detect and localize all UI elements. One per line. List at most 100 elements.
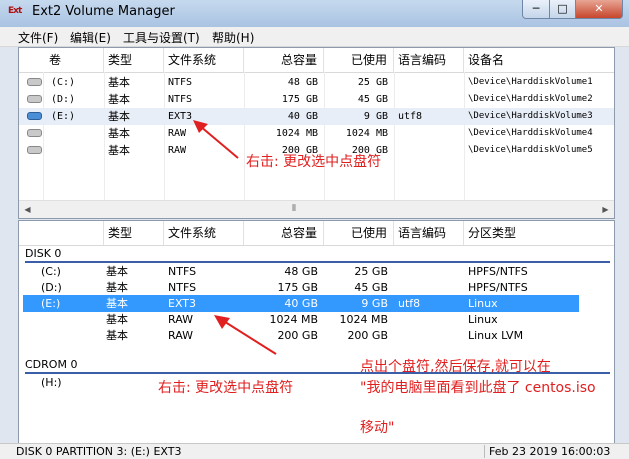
cdrom-letter: (H:) (41, 376, 62, 389)
partition-letter: (E:) (41, 297, 61, 310)
partition-total: 48 GB (284, 265, 318, 278)
partition-total: 1024 MB (269, 313, 318, 326)
partition-fs: RAW (168, 329, 193, 342)
volume-used: 45 GB (357, 94, 388, 105)
volume-letter: (D:) (51, 94, 76, 105)
menu-edit[interactable]: 编辑(E) (70, 29, 111, 46)
col-filesystem[interactable]: 文件系统 (164, 48, 244, 72)
partition-fs: EXT3 (168, 297, 197, 310)
partition-ptype: Linux LVM (468, 329, 524, 342)
partition-ptype: HPFS/NTFS (468, 281, 528, 294)
partition-total: 200 GB (277, 329, 318, 342)
scroll-grip-icon[interactable]: ⦀ (287, 203, 301, 215)
volume-used: 25 GB (357, 77, 388, 88)
partition-row[interactable]: 基本 RAW 200 GB 200 GB Linux LVM (19, 327, 614, 344)
volume-used: 1024 MB (345, 128, 388, 139)
partition-row-selected[interactable]: (E:) 基本 EXT3 40 GB 9 GB utf8 Linux (23, 295, 579, 312)
partition-used: 9 GB (361, 297, 388, 310)
partition-type: 基本 (106, 281, 128, 294)
app-icon: Ext (8, 6, 22, 16)
volume-total: 40 GB (287, 111, 318, 122)
col-type[interactable]: 类型 (104, 221, 164, 245)
volume-list[interactable]: 卷 类型 文件系统 总容量 已使用 语言编码 设备名 (C:) 基本 NTFS … (18, 47, 615, 219)
col-total[interactable]: 总容量 (244, 221, 324, 245)
volume-fs: EXT3 (168, 111, 193, 122)
partition-type: 基本 (106, 297, 128, 310)
partition-used: 1024 MB (339, 313, 388, 326)
grey-disk-icon (27, 78, 42, 86)
menu-bar: 文件(F) 编辑(E) 工具与设置(T) 帮助(H) (0, 27, 629, 47)
volume-device: \Device\HarddiskVolume5 (468, 145, 593, 155)
partition-fs: RAW (168, 313, 193, 326)
partition-fs: NTFS (168, 265, 197, 278)
volume-row[interactable]: (C:) 基本 NTFS 48 GB 25 GB \Device\Harddis… (19, 74, 614, 91)
volume-row-selected[interactable]: (E:) 基本 EXT3 40 GB 9 GB utf8 \Device\Har… (19, 108, 614, 125)
col-used[interactable]: 已使用 (324, 48, 394, 72)
partition-row[interactable]: 基本 RAW 1024 MB 1024 MB Linux (19, 311, 614, 328)
partition-letter: (D:) (41, 281, 62, 294)
grey-disk-icon (27, 95, 42, 103)
window-title: Ext2 Volume Manager (32, 4, 175, 19)
annotation-right-line1: 点出个盘符,然后保存,就可以在 (360, 359, 551, 375)
volume-fs: NTFS (168, 77, 193, 88)
partition-ptype: Linux (468, 313, 498, 326)
volume-device: \Device\HarddiskVolume3 (468, 111, 593, 121)
cdrom-group-label: CDROM 0 (25, 358, 78, 371)
volume-device: \Device\HarddiskVolume4 (468, 128, 593, 138)
partition-total: 175 GB (277, 281, 318, 294)
menu-file[interactable]: 文件(F) (18, 29, 58, 46)
volume-type: 基本 (108, 110, 130, 123)
minimize-button[interactable]: ─ (522, 0, 550, 19)
col-type[interactable]: 类型 (104, 48, 164, 72)
volume-used: 9 GB (363, 111, 388, 122)
partition-encoding: utf8 (398, 297, 421, 310)
col-encoding[interactable]: 语言编码 (394, 221, 464, 245)
status-left-text: DISK 0 PARTITION 3: (E:) EXT3 (16, 445, 182, 458)
volume-row[interactable]: 基本 RAW 1024 MB 1024 MB \Device\HarddiskV… (19, 125, 614, 142)
col-device[interactable]: 设备名 (464, 48, 614, 72)
volume-row[interactable]: (D:) 基本 NTFS 175 GB 45 GB \Device\Harddi… (19, 91, 614, 108)
disk-group-label: DISK 0 (25, 247, 62, 260)
horizontal-scrollbar[interactable]: ◀ ⦀ ▶ (19, 200, 614, 218)
volume-total: 1024 MB (275, 128, 318, 139)
col-total[interactable]: 总容量 (244, 48, 324, 72)
partition-ptype: HPFS/NTFS (468, 265, 528, 278)
annotation-right-line2: "我的电脑里面看到此盘了 centos.iso (360, 380, 596, 396)
partition-row[interactable]: (C:) 基本 NTFS 48 GB 25 GB HPFS/NTFS (19, 263, 614, 280)
menu-help[interactable]: 帮助(H) (212, 29, 254, 46)
volume-total: 175 GB (281, 94, 318, 105)
volume-type: 基本 (108, 76, 130, 89)
status-timestamp: Feb 23 2019 16:00:03 (484, 445, 610, 458)
partition-letter: (C:) (41, 265, 61, 278)
col-partition-type[interactable]: 分区类型 (464, 221, 614, 245)
volume-total: 48 GB (287, 77, 318, 88)
col-used[interactable]: 已使用 (324, 221, 394, 245)
volume-device: \Device\HarddiskVolume1 (468, 77, 593, 87)
grey-disk-icon (27, 146, 42, 154)
menu-tools-settings[interactable]: 工具与设置(T) (123, 29, 200, 46)
partition-list-header: 类型 文件系统 总容量 已使用 语言编码 分区类型 (19, 221, 614, 246)
annotation-bottom: 右击: 更改选中点盘符 (158, 380, 294, 396)
col-volume[interactable]: 卷 (19, 48, 104, 72)
close-button[interactable]: ✕ (575, 0, 623, 19)
col-encoding[interactable]: 语言编码 (394, 48, 464, 72)
partition-type: 基本 (106, 313, 128, 326)
maximize-button[interactable]: □ (549, 0, 576, 19)
partition-used: 45 GB (354, 281, 388, 294)
volume-letter: (E:) (51, 111, 76, 122)
partition-row[interactable]: (D:) 基本 NTFS 175 GB 45 GB HPFS/NTFS (19, 279, 614, 296)
volume-fs: RAW (168, 145, 187, 156)
col-filesystem[interactable]: 文件系统 (164, 221, 244, 245)
volume-type: 基本 (108, 93, 130, 106)
partition-type: 基本 (106, 329, 128, 342)
volume-device: \Device\HarddiskVolume2 (468, 94, 593, 104)
partition-ptype: Linux (468, 297, 498, 310)
partition-list[interactable]: 类型 文件系统 总容量 已使用 语言编码 分区类型 DISK 0 (C:) 基本… (18, 220, 615, 444)
volume-encoding: utf8 (398, 111, 423, 122)
scroll-left-arrow-icon[interactable]: ◀ (19, 201, 36, 218)
blue-disk-icon (27, 112, 42, 120)
annotation-right-line3: 移动" (360, 420, 395, 436)
volume-list-header: 卷 类型 文件系统 总容量 已使用 语言编码 设备名 (19, 48, 614, 73)
partition-type: 基本 (106, 265, 128, 278)
scroll-right-arrow-icon[interactable]: ▶ (597, 201, 614, 218)
